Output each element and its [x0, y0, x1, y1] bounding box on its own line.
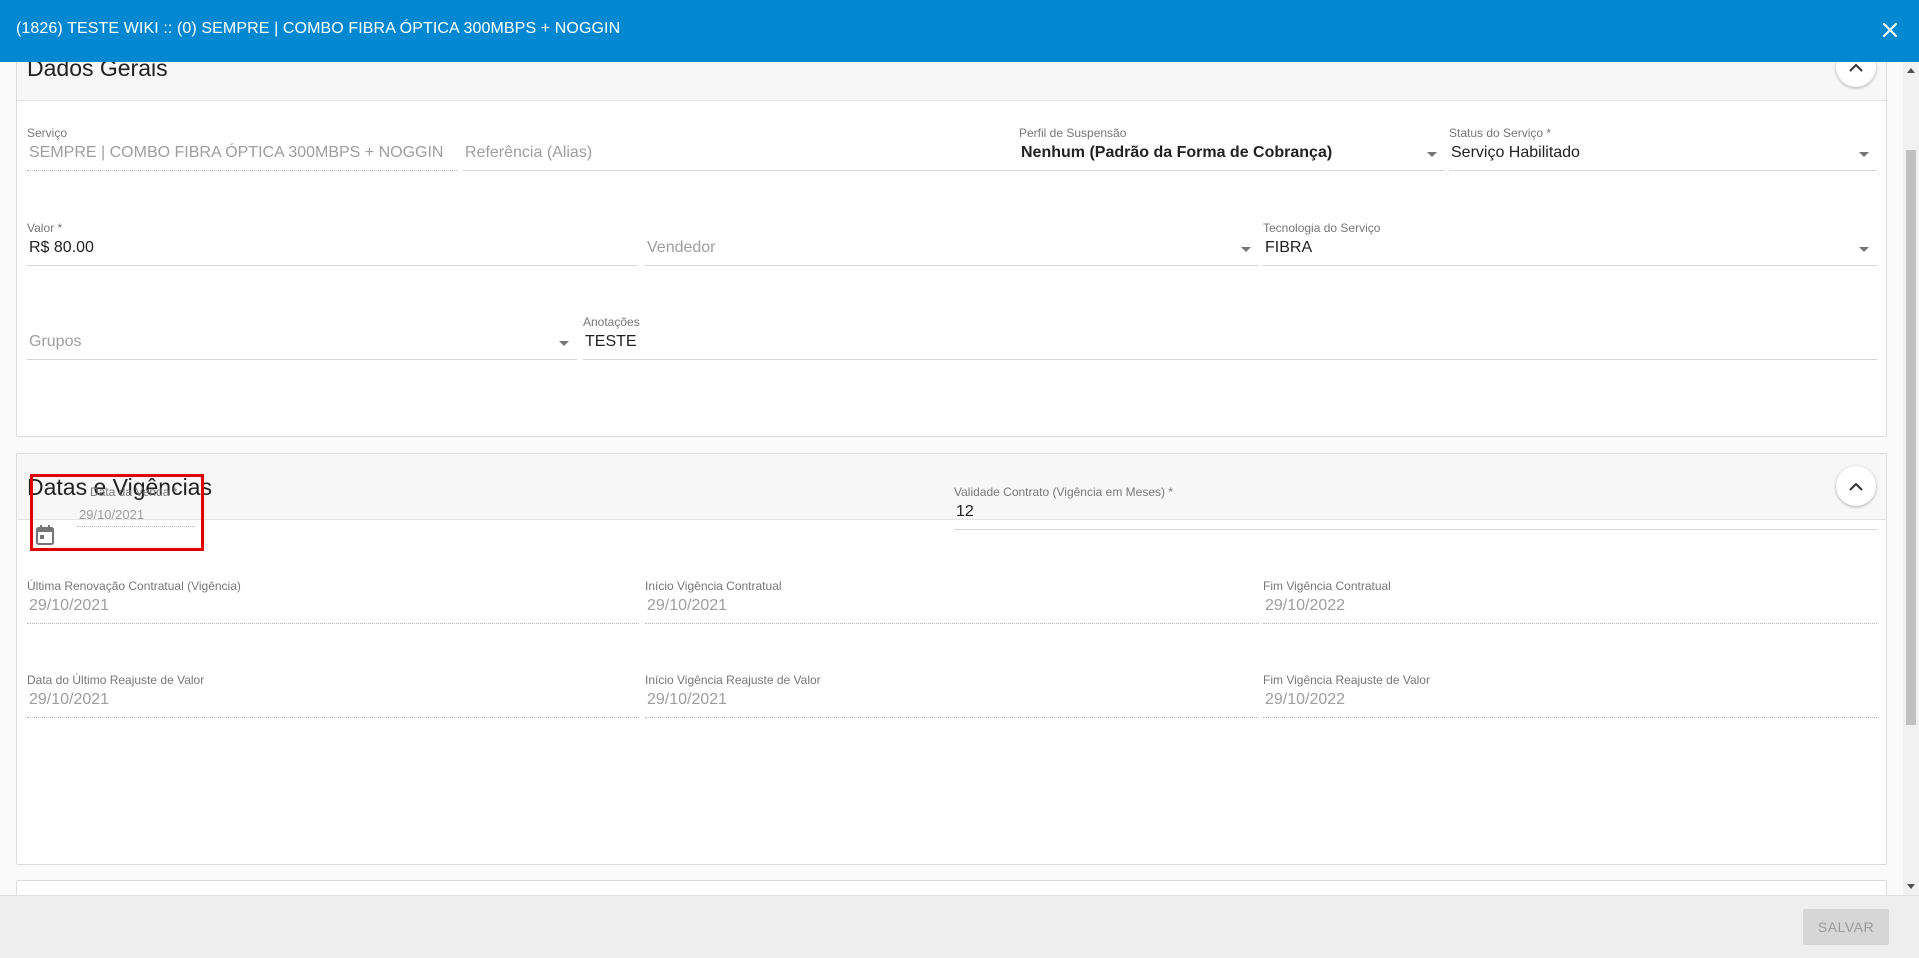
status-servico-select[interactable]: Status do Serviço * Serviço Habilitado	[1449, 126, 1877, 176]
tecnologia-underline	[1263, 265, 1877, 266]
inicio-reajuste-field: Início Vigência Reajuste de Valor 29/10/…	[645, 673, 1259, 723]
vendedor-placeholder: Vendedor	[647, 239, 716, 256]
anotacoes-underline	[583, 359, 1877, 360]
anotacoes-value: TESTE	[585, 333, 637, 350]
collapse-dados-gerais-button[interactable]	[1836, 62, 1876, 87]
card-next-section	[16, 880, 1887, 895]
card-header-dados-gerais: Dados Gerais	[17, 62, 1886, 101]
grupos-underline	[27, 359, 577, 360]
validade-contrato-value: 12	[956, 503, 974, 520]
status-servico-label: Status do Serviço *	[1449, 126, 1552, 140]
validade-contrato-label: Validade Contrato (Vigência em Meses) *	[954, 485, 1173, 499]
scroll-down-icon[interactable]	[1907, 884, 1915, 889]
dialog-content: Dados Gerais Serviço SEMPRE | COMBO FIBR…	[0, 62, 1903, 895]
chevron-down-icon	[1241, 247, 1251, 252]
status-servico-underline	[1449, 170, 1877, 171]
chevron-down-icon	[559, 341, 569, 346]
anotacoes-label: Anotações	[583, 315, 640, 329]
close-icon[interactable]	[1875, 15, 1905, 45]
servico-label: Serviço	[27, 126, 68, 140]
fim-reajuste-value: 29/10/2022	[1265, 691, 1346, 708]
chevron-down-icon	[1859, 247, 1869, 252]
tecnologia-label: Tecnologia do Serviço	[1263, 221, 1381, 235]
servico-underline	[27, 170, 457, 171]
fim-vigencia-field: Fim Vigência Contratual 29/10/2022	[1263, 579, 1877, 629]
dialog-title: (1826) TESTE WIKI :: (0) SEMPRE | COMBO …	[16, 20, 621, 37]
data-ultimo-reajuste-value: 29/10/2021	[29, 691, 110, 708]
data-venda-label: Data da Venda *	[90, 485, 178, 499]
valor-field[interactable]: Valor * R$ 80.00	[27, 221, 637, 271]
data-venda-field[interactable]: Data da Venda * 29/10/2021	[77, 485, 195, 531]
ultima-renovacao-value: 29/10/2021	[29, 597, 110, 614]
ultima-renovacao-field: Última Renovação Contratual (Vigência) 2…	[27, 579, 639, 629]
data-ultimo-reajuste-underline	[27, 717, 639, 718]
vendedor-select[interactable]: Vendedor	[645, 221, 1259, 271]
status-servico-value: Serviço Habilitado	[1451, 144, 1580, 161]
inicio-reajuste-underline	[645, 717, 1259, 718]
validade-contrato-field[interactable]: Validade Contrato (Vigência em Meses) * …	[954, 485, 1877, 535]
scroll-up-icon[interactable]	[1907, 68, 1915, 73]
data-venda-value: 29/10/2021	[79, 507, 145, 522]
chevron-down-icon	[1859, 152, 1869, 157]
inicio-vigencia-label: Início Vigência Contratual	[645, 579, 782, 593]
tecnologia-select[interactable]: Tecnologia do Serviço FIBRA	[1263, 221, 1877, 271]
servico-field[interactable]: Serviço SEMPRE | COMBO FIBRA ÓPTICA 300M…	[27, 126, 457, 176]
data-ultimo-reajuste-label: Data do Último Reajuste de Valor	[27, 673, 205, 687]
tecnologia-value: FIBRA	[1265, 239, 1313, 256]
inicio-vigencia-underline	[645, 623, 1259, 624]
calendar-icon[interactable]	[36, 525, 54, 545]
fim-vigencia-underline	[1263, 623, 1877, 624]
chevron-down-icon	[1427, 152, 1437, 157]
fim-vigencia-value: 29/10/2022	[1265, 597, 1346, 614]
fim-reajuste-label: Fim Vigência Reajuste de Valor	[1263, 673, 1430, 687]
fim-reajuste-field: Fim Vigência Reajuste de Valor 29/10/202…	[1263, 673, 1877, 723]
referencia-field[interactable]: Referência (Alias)	[463, 126, 1019, 176]
servico-value: SEMPRE | COMBO FIBRA ÓPTICA 300MBPS + NO…	[29, 144, 444, 161]
grupos-placeholder: Grupos	[29, 333, 82, 350]
fim-vigencia-label: Fim Vigência Contratual	[1263, 579, 1391, 593]
perfil-suspensao-select[interactable]: Perfil de Suspensão Nenhum (Padrão da Fo…	[1019, 126, 1445, 176]
referencia-underline	[463, 170, 1019, 171]
grupos-select[interactable]: Grupos	[27, 315, 577, 365]
save-button[interactable]: SALVAR	[1803, 909, 1889, 945]
inicio-vigencia-field: Início Vigência Contratual 29/10/2021	[645, 579, 1259, 629]
perfil-suspensao-underline	[1019, 170, 1445, 171]
ultima-renovacao-label: Última Renovação Contratual (Vigência)	[27, 579, 241, 593]
card-datas-vigencias: Datas e Vigências Data da Venda * 29/10/…	[16, 453, 1887, 865]
data-ultimo-reajuste-field: Data do Último Reajuste de Valor 29/10/2…	[27, 673, 639, 723]
perfil-suspensao-value: Nenhum (Padrão da Forma de Cobrança)	[1021, 144, 1333, 161]
valor-value: R$ 80.00	[29, 239, 94, 256]
perfil-suspensao-label: Perfil de Suspensão	[1019, 126, 1127, 140]
inicio-vigencia-value: 29/10/2021	[647, 597, 728, 614]
inicio-reajuste-value: 29/10/2021	[647, 691, 728, 708]
validade-contrato-underline	[954, 529, 1877, 530]
card-dados-gerais: Dados Gerais Serviço SEMPRE | COMBO FIBR…	[16, 62, 1887, 437]
valor-label: Valor *	[27, 221, 63, 235]
scrollbar-thumb[interactable]	[1906, 150, 1916, 725]
ultima-renovacao-underline	[27, 623, 639, 624]
data-venda-underline	[77, 526, 195, 527]
anotacoes-field[interactable]: Anotações TESTE	[583, 315, 1877, 365]
card-title-dados-gerais: Dados Gerais	[27, 62, 168, 81]
inicio-reajuste-label: Início Vigência Reajuste de Valor	[645, 673, 821, 687]
valor-underline	[27, 265, 637, 266]
dialog-titlebar: (1826) TESTE WIKI :: (0) SEMPRE | COMBO …	[0, 0, 1919, 62]
fim-reajuste-underline	[1263, 717, 1877, 718]
referencia-placeholder: Referência (Alias)	[465, 144, 593, 161]
vendedor-underline	[645, 265, 1259, 266]
vertical-scrollbar[interactable]	[1903, 62, 1919, 895]
dialog-footer: SALVAR	[0, 895, 1919, 958]
